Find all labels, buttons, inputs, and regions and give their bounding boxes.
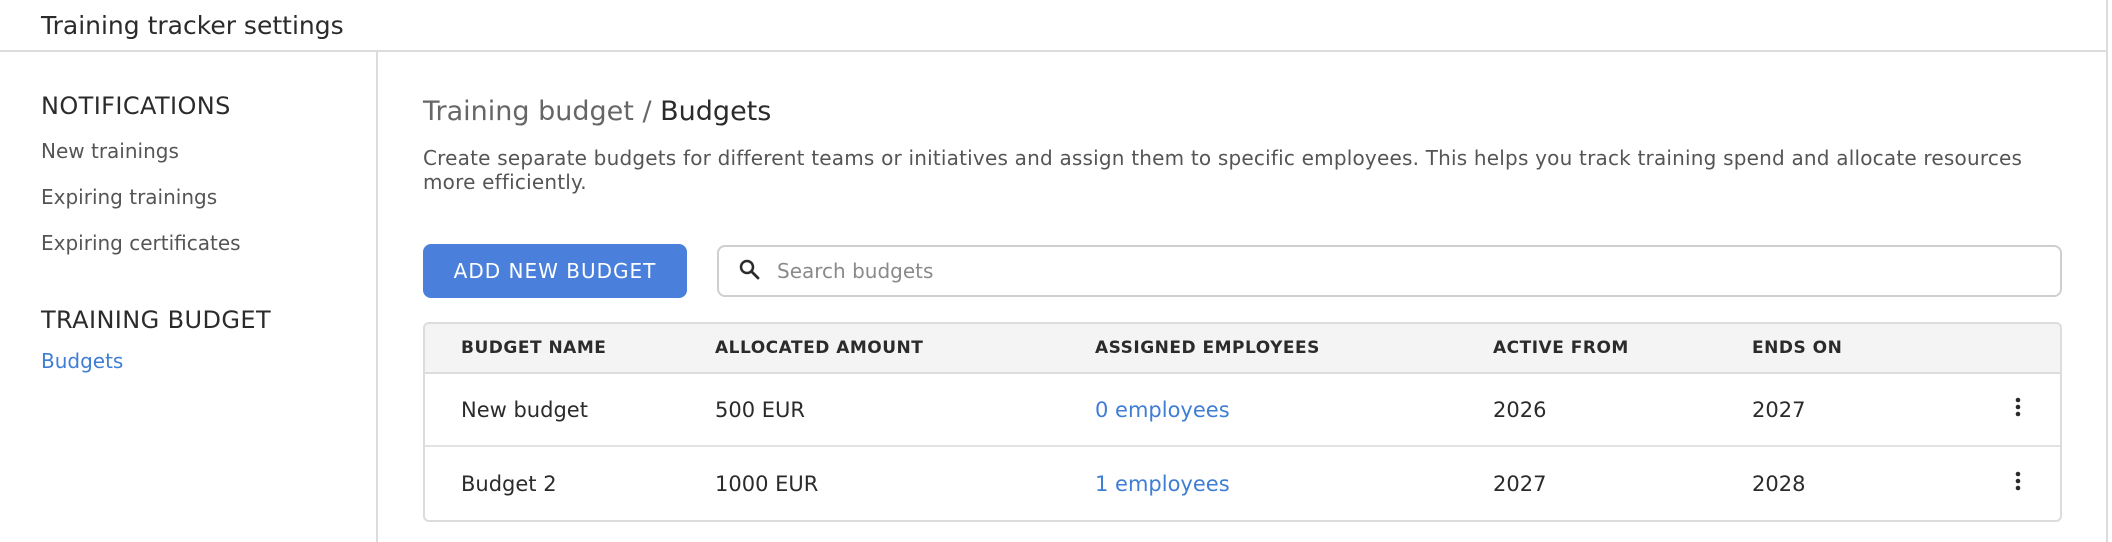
- table-header: BUDGET NAME ALLOCATED AMOUNT ASSIGNED EM…: [425, 324, 2060, 374]
- sidebar-section-training-budget: TRAINING BUDGET: [41, 306, 272, 334]
- sidebar-item-budgets[interactable]: Budgets: [41, 348, 376, 394]
- sidebar-item-new-trainings[interactable]: New trainings: [41, 138, 376, 184]
- table-row: Budget 2 1000 EUR 1 employees 2027 2028: [425, 447, 2060, 520]
- breadcrumb-parent[interactable]: Training budget: [423, 96, 634, 127]
- top-bar: Training tracker settings: [0, 0, 2106, 52]
- cell-allocated-amount: 500 EUR: [715, 397, 805, 422]
- add-new-budget-button[interactable]: ADD NEW BUDGET: [423, 244, 687, 298]
- sidebar-item-expiring-certificates[interactable]: Expiring certificates: [41, 230, 376, 276]
- main-content: Training budget / Budgets Create separat…: [378, 52, 2106, 542]
- cell-ends-on: 2027: [1752, 397, 1806, 422]
- settings-app: Training tracker settings NOTIFICATIONS …: [0, 0, 2108, 542]
- budgets-table: BUDGET NAME ALLOCATED AMOUNT ASSIGNED EM…: [423, 322, 2062, 522]
- table-row: New budget 500 EUR 0 employees 2026 2027: [425, 374, 2060, 447]
- search-input[interactable]: [775, 258, 1966, 284]
- app-title: Training tracker settings: [41, 10, 344, 40]
- cell-active-from: 2026: [1493, 397, 1547, 422]
- more-vertical-icon[interactable]: [2006, 469, 2030, 498]
- column-header-assigned-employees: ASSIGNED EMPLOYEES: [1095, 338, 1320, 358]
- cell-active-from: 2027: [1493, 471, 1547, 496]
- assigned-employees-link[interactable]: 1 employees: [1095, 472, 1230, 496]
- more-vertical-icon[interactable]: [2006, 395, 2030, 424]
- breadcrumb-separator: /: [642, 96, 652, 127]
- breadcrumb-current: Budgets: [660, 96, 772, 127]
- breadcrumb: Training budget / Budgets: [423, 96, 2062, 132]
- toolbar: ADD NEW BUDGET: [423, 244, 2062, 298]
- cell-budget-name: Budget 2: [461, 471, 557, 496]
- sidebar-section-notifications: NOTIFICATIONS: [41, 92, 231, 120]
- cell-allocated-amount: 1000 EUR: [715, 471, 819, 496]
- page-description: Create separate budgets for different te…: [423, 146, 2023, 194]
- assigned-employees-link[interactable]: 0 employees: [1095, 398, 1230, 422]
- column-header-ends-on: ENDS ON: [1752, 338, 1843, 358]
- search-icon: [737, 257, 761, 285]
- search-box[interactable]: [717, 245, 2062, 297]
- sidebar-item-expiring-trainings[interactable]: Expiring trainings: [41, 184, 376, 230]
- column-header-active-from: ACTIVE FROM: [1493, 338, 1629, 358]
- column-header-budget-name: BUDGET NAME: [461, 338, 607, 358]
- sidebar: NOTIFICATIONS New trainings Expiring tra…: [0, 52, 378, 542]
- cell-budget-name: New budget: [461, 397, 588, 422]
- column-header-allocated-amount: ALLOCATED AMOUNT: [715, 338, 924, 358]
- cell-ends-on: 2028: [1752, 471, 1806, 496]
